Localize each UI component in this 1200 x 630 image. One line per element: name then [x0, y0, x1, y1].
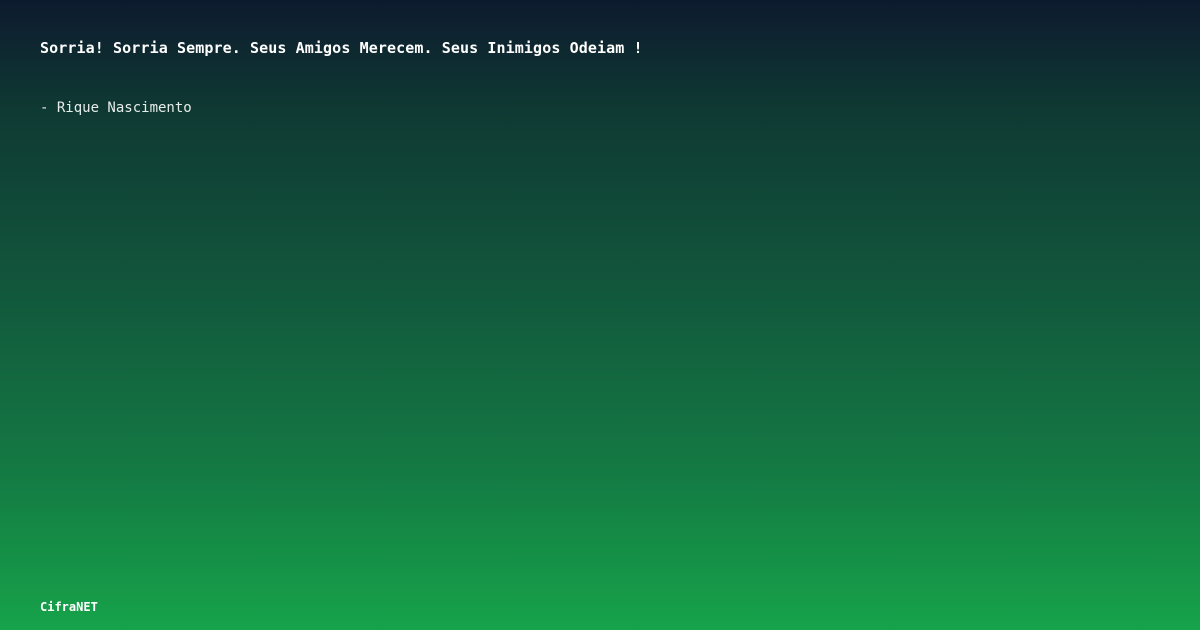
brand-logo-text: CifraNET [40, 600, 98, 614]
quote-text: Sorria! Sorria Sempre. Seus Amigos Merec… [40, 39, 643, 57]
quote-author: - Rique Nascimento [40, 100, 192, 116]
quote-card: Sorria! Sorria Sempre. Seus Amigos Merec… [0, 0, 1200, 630]
